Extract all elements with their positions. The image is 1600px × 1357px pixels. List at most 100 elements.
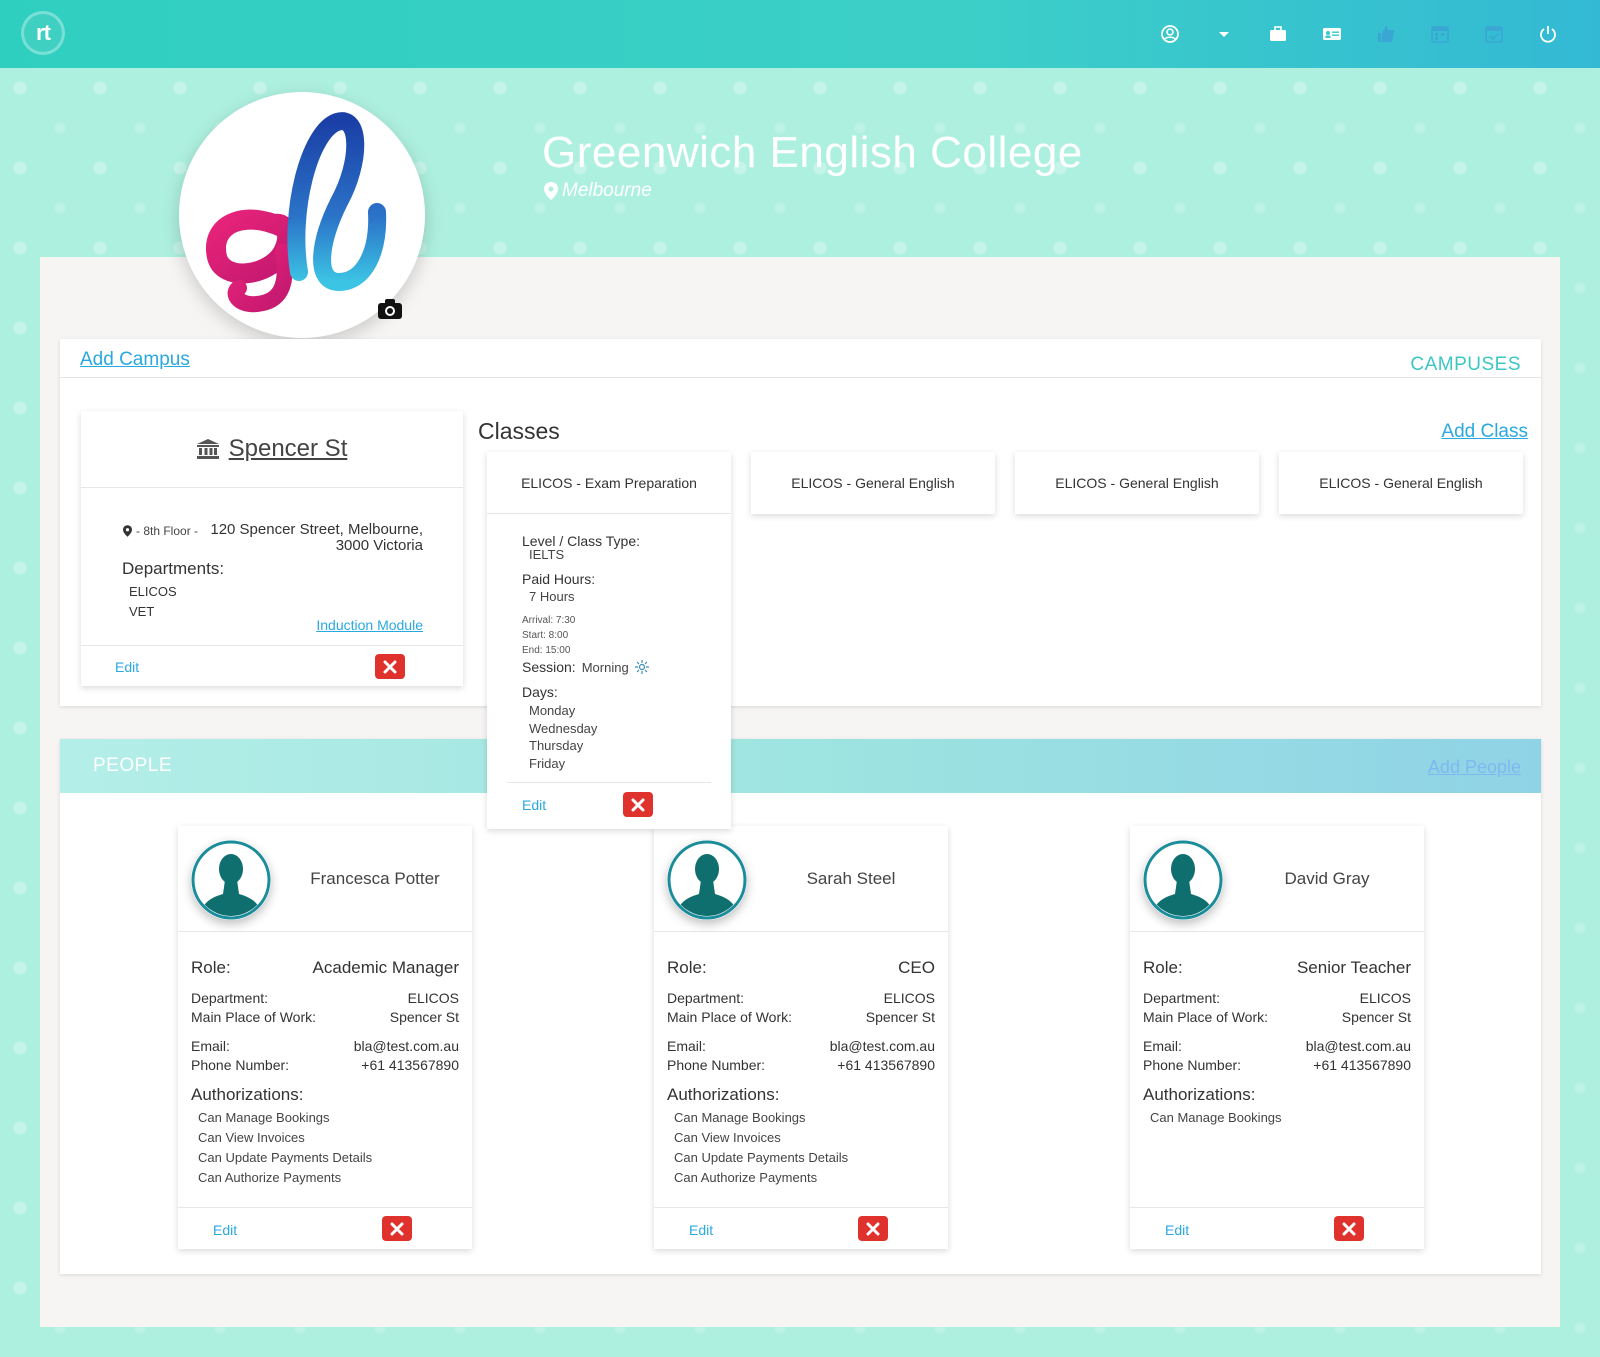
class-card-expanded: ELICOS - Exam Preparation Level / Class … bbox=[487, 452, 731, 829]
department-value: ELICOS bbox=[1359, 990, 1411, 1006]
close-icon bbox=[383, 660, 397, 673]
authorization-item: Can Update Payments Details bbox=[198, 1150, 373, 1165]
workplace-value: Spencer St bbox=[1341, 1009, 1411, 1025]
days-list: Monday Wednesday Thursday Friday bbox=[522, 702, 731, 772]
map-pin-icon bbox=[123, 525, 132, 537]
person-card-body: Role: CEO Department: ELICOS Main Place of… bbox=[654, 932, 948, 1208]
thumbs-up-icon[interactable] bbox=[1374, 22, 1398, 46]
close-icon bbox=[1342, 1222, 1356, 1235]
departments-list: ELICOS VET bbox=[129, 582, 177, 622]
person-department-row: Department: ELICOS bbox=[667, 989, 935, 1008]
person-card-header: David Gray bbox=[1130, 826, 1424, 932]
authorization-item: Can Update Payments Details bbox=[674, 1150, 849, 1165]
class-level-label: Level / Class Type: bbox=[522, 533, 641, 549]
close-icon bbox=[390, 1222, 404, 1235]
person-workplace-row: Main Place of Work: Spencer St bbox=[667, 1008, 935, 1027]
role-value: CEO bbox=[898, 958, 935, 977]
paid-hours-value: 7 Hours bbox=[529, 589, 575, 604]
person-card-header: Francesca Potter bbox=[178, 826, 472, 932]
campus-address: 120 Spencer Street, Melbourne, 3000 Vict… bbox=[183, 522, 423, 554]
add-campus-link[interactable]: Add Campus bbox=[80, 349, 190, 371]
paid-hours-label: Paid Hours: bbox=[522, 571, 596, 587]
calendar-check-icon[interactable] bbox=[1482, 22, 1506, 46]
power-icon[interactable] bbox=[1536, 22, 1560, 46]
person-delete-button[interactable] bbox=[382, 1216, 412, 1241]
caret-down-icon[interactable] bbox=[1212, 22, 1236, 46]
calendar-grid-icon[interactable] bbox=[1428, 22, 1452, 46]
person-card: Sarah Steel Role: CEO Department: ELICOS M… bbox=[654, 826, 948, 1249]
close-icon bbox=[866, 1222, 880, 1235]
class-edit-link[interactable]: Edit bbox=[522, 797, 546, 813]
campuses-header: Add Campus CAMPUSES bbox=[60, 339, 1541, 378]
class-card-header[interactable]: ELICOS - Exam Preparation bbox=[487, 452, 731, 514]
person-edit-link[interactable]: Edit bbox=[1165, 1222, 1189, 1238]
role-label: Role: bbox=[1143, 958, 1183, 977]
department-item: VET bbox=[129, 604, 155, 619]
department-label: Department: bbox=[667, 990, 745, 1006]
class-card-title: ELICOS - Exam Preparation bbox=[521, 474, 697, 491]
department-label: Department: bbox=[191, 990, 269, 1006]
person-phone-row: Phone Number: +61 413567890 bbox=[191, 1056, 459, 1075]
top-navbar: rt bbox=[0, 0, 1600, 68]
class-card[interactable]: ELICOS - General English bbox=[1015, 452, 1259, 514]
class-card[interactable]: ELICOS - General English bbox=[751, 452, 995, 514]
campus-edit-link[interactable]: Edit bbox=[115, 659, 139, 675]
user-circle-icon[interactable] bbox=[1158, 22, 1182, 46]
email-label: Email: bbox=[667, 1038, 706, 1054]
class-card-title: ELICOS - General English bbox=[1055, 475, 1219, 491]
person-avatar[interactable] bbox=[667, 840, 747, 920]
person-phone-row: Phone Number: +61 413567890 bbox=[667, 1056, 935, 1075]
role-value: Academic Manager bbox=[312, 958, 459, 977]
close-icon bbox=[631, 798, 645, 811]
person-delete-button[interactable] bbox=[1334, 1216, 1364, 1241]
person-edit-link[interactable]: Edit bbox=[689, 1222, 713, 1238]
add-class-link[interactable]: Add Class bbox=[1441, 421, 1528, 443]
day-item: Thursday bbox=[529, 738, 584, 753]
class-delete-button[interactable] bbox=[623, 792, 653, 817]
person-role-row: Role: Academic Manager bbox=[191, 932, 459, 978]
days-label: Days: bbox=[522, 684, 558, 700]
workplace-label: Main Place of Work: bbox=[667, 1009, 793, 1025]
add-people-link[interactable]: Add People bbox=[1428, 757, 1521, 778]
camera-icon[interactable] bbox=[377, 298, 403, 320]
class-start: Start: 8:00 bbox=[522, 630, 569, 641]
email-value[interactable]: bla@test.com.au bbox=[354, 1037, 459, 1056]
department-label: Department: bbox=[1143, 990, 1221, 1006]
app-logo[interactable]: rt bbox=[24, 14, 62, 52]
phone-value: +61 413567890 bbox=[1313, 1057, 1411, 1073]
induction-module-link[interactable]: Induction Module bbox=[316, 617, 423, 633]
workplace-value: Spencer St bbox=[389, 1009, 459, 1025]
id-card-icon[interactable] bbox=[1320, 22, 1344, 46]
email-value[interactable]: bla@test.com.au bbox=[1306, 1037, 1411, 1056]
person-avatar[interactable] bbox=[1143, 840, 1223, 920]
classes-title: Classes bbox=[478, 418, 560, 444]
campus-address-line1: 120 Spencer Street, Melbourne, bbox=[210, 521, 423, 538]
campus-name[interactable]: Spencer St bbox=[229, 435, 348, 463]
day-item: Wednesday bbox=[529, 720, 598, 736]
person-edit-link[interactable]: Edit bbox=[213, 1222, 237, 1238]
authorization-item: Can Manage Bookings bbox=[1150, 1110, 1282, 1125]
person-delete-button[interactable] bbox=[858, 1216, 888, 1241]
day-item: Friday bbox=[529, 755, 566, 771]
briefcase-icon[interactable] bbox=[1266, 22, 1290, 46]
person-workplace-row: Main Place of Work: Spencer St bbox=[191, 1008, 459, 1027]
class-card[interactable]: ELICOS - General English bbox=[1279, 452, 1523, 514]
class-card-footer: Edit bbox=[507, 782, 711, 828]
class-level-value: IELTS bbox=[529, 547, 565, 562]
person-avatar[interactable] bbox=[191, 840, 271, 920]
person-card-body: Role: Senior Teacher Department: ELICOS Ma… bbox=[1130, 932, 1424, 1208]
authorization-item: Can Manage Bookings bbox=[674, 1110, 806, 1125]
email-value[interactable]: bla@test.com.au bbox=[830, 1037, 935, 1056]
role-label: Role: bbox=[191, 958, 231, 977]
person-email-row: Email: bla@test.com.au bbox=[667, 1037, 935, 1056]
authorizations-list: Can Manage Bookings Can View Invoices Ca… bbox=[191, 1105, 459, 1188]
email-label: Email: bbox=[191, 1038, 230, 1054]
campus-delete-button[interactable] bbox=[375, 654, 405, 679]
role-label: Role: bbox=[667, 958, 707, 977]
authorization-item: Can Authorize Payments bbox=[674, 1170, 818, 1185]
class-times: Arrival: 7:30 Start: 8:00 End: 15:00 bbox=[522, 613, 731, 658]
